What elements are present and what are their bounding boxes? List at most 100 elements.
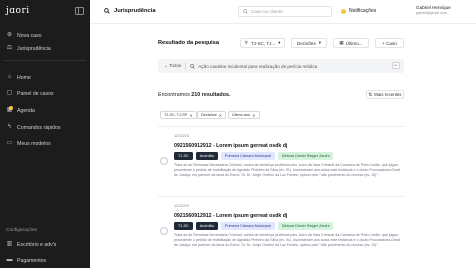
user-menu[interactable]: Gabriel Henrique gabriel@gmail.com	[416, 5, 451, 15]
folder-icon: ▭	[6, 140, 13, 146]
result-summary: Trata-se de Remessa Necessária Criminal,…	[174, 163, 401, 177]
close-icon[interactable]: ✕	[252, 113, 255, 118]
result-select-radio[interactable]	[160, 227, 168, 235]
results-count: Encontramos 210 resultados.	[158, 92, 231, 98]
scope-select[interactable]: ⌄ Todos	[164, 63, 181, 69]
notifications-label: Notificações	[349, 8, 377, 14]
result-select-radio[interactable]	[160, 157, 168, 165]
result-date: 12/12/23	[174, 134, 189, 138]
chevron-down-icon: ▾	[278, 40, 281, 45]
result-title[interactable]: 0921560912912 - Lorem ipsum gerreat osdk…	[174, 143, 287, 149]
new-case-label: + Caso	[382, 40, 397, 46]
court-filter-label: TJ-SC, TJ...	[250, 40, 276, 46]
judge-tag: Débora Driwin Reiger Zanini	[277, 222, 334, 230]
chip-label: TJ-SC, TJ-SP	[164, 113, 188, 117]
search-placeholder: Caso ou cliente	[251, 9, 283, 14]
chamber-tag: Primeira Câmara Municipal	[220, 152, 275, 160]
scope-label: Todos	[169, 63, 182, 68]
app-logo: jɑori	[6, 6, 30, 16]
sidebar-item-painel-de-casos[interactable]: ▢ Painel de casos	[6, 89, 54, 98]
new-case-button[interactable]: + Caso	[375, 38, 404, 48]
case-search-input[interactable]: Caso ou cliente	[238, 6, 332, 17]
result-tags: TJ-SC Acórdão Primeira Câmara Municipal …	[174, 152, 334, 160]
sidebar: jɑori ⊕ Nova caso ⚖ Jurisprudência ⌂ Hom…	[0, 0, 90, 268]
chevron-down-icon: ▾	[318, 40, 322, 45]
sort-icon: ⇅	[368, 91, 373, 97]
result-card[interactable]: 12/12/23 0921560912912 - Lorem ipsum ger…	[158, 204, 404, 264]
results-title: Resultado da pesquisa	[158, 40, 219, 46]
plus-circle-icon: ⊕	[6, 32, 13, 38]
lightning-icon: ϟ	[7, 124, 12, 130]
sort-label: Mais recentes	[374, 92, 402, 97]
sidebar-item-meus-modelos[interactable]: ▭ Meus modelos	[6, 139, 51, 148]
result-date: 12/12/23	[174, 204, 189, 208]
sidebar-item-label: Meus modelos	[17, 140, 51, 147]
sidebar-item-label: Nova caso	[17, 32, 42, 39]
notifications-button[interactable]: Notificações	[341, 8, 376, 14]
active-filter-chip[interactable]: Decisões ✕	[197, 111, 226, 119]
sidebar-item-nova-caso[interactable]: ⊕ Nova caso	[6, 31, 42, 40]
search-icon	[243, 9, 248, 14]
search-icon	[190, 63, 196, 69]
sidebar-item-label: Painel de casos	[17, 90, 54, 97]
sidebar-item-jurisprudencia[interactable]: ⚖ Jurisprudência	[6, 44, 51, 53]
enter-icon[interactable]: ↵	[392, 62, 400, 69]
result-tags: TJ-SC Acórdão Primeira Câmara Municipal …	[174, 222, 334, 230]
result-title[interactable]: 0921560912912 - Lorem ipsum gerreat osdk…	[174, 213, 287, 219]
result-summary: Trata-se de Remessa Necessária Criminal,…	[174, 233, 401, 247]
scales-icon: ⚖	[6, 45, 13, 51]
calendar-icon: ▦	[6, 106, 13, 113]
sidebar-item-label: Agenda	[17, 107, 35, 114]
user-name: Gabriel Henrique	[416, 5, 451, 10]
close-icon[interactable]: ✕	[189, 113, 192, 118]
topbar: Jurisprudência Caso ou cliente Notificaç…	[90, 0, 476, 24]
result-card[interactable]: 12/12/23 0921560912912 - Lorem ipsum ger…	[158, 134, 404, 194]
divider	[158, 126, 404, 127]
bell-icon	[341, 8, 346, 14]
building-icon: ▥	[6, 241, 13, 247]
sidebar-item-pagamentos[interactable]: ▬ Pagamentos	[6, 256, 47, 265]
sidebar-divider	[4, 60, 86, 61]
close-icon[interactable]: ✕	[219, 113, 222, 118]
active-filter-chip[interactable]: Último ano ✕	[228, 111, 260, 119]
period-filter-dropdown[interactable]: ▦ Último...	[333, 38, 369, 48]
active-filter-chip[interactable]: TJ-SC, TJ-SP ✕	[160, 111, 197, 119]
sidebar-item-agenda[interactable]: ▦ Agenda	[6, 106, 35, 115]
divider	[158, 196, 404, 197]
court-filter-dropdown[interactable]: ⚲ TJ-SC, TJ... ▾	[240, 38, 285, 48]
calendar-icon: ▦	[339, 40, 344, 45]
notification-dot	[9, 106, 13, 110]
sidebar-item-comandos-rapidos[interactable]: ϟ Comandos rápidos	[6, 123, 61, 132]
filter-icon: ⚲	[244, 40, 248, 45]
card-icon: ▬	[6, 257, 13, 263]
court-tag: TJ-SC	[174, 222, 193, 230]
divider	[185, 62, 187, 70]
sidebar-item-label: Pagamentos	[17, 257, 47, 264]
chip-label: Último ano	[232, 113, 251, 117]
jurisprudence-query-input[interactable]: ⌄ Todos Ação cautelar incidental para re…	[158, 59, 404, 73]
sidebar-item-label: Escritório e adv's	[17, 241, 57, 248]
sidebar-item-label: Home	[17, 74, 31, 81]
chamber-tag: Primeira Câmara Municipal	[220, 222, 275, 230]
decision-filter-dropdown[interactable]: Decisões ▾	[291, 38, 327, 48]
results-count-prefix: Encontramos	[158, 92, 192, 98]
sidebar-collapse-icon[interactable]	[75, 7, 84, 15]
config-section-label: Configurações	[6, 228, 37, 233]
page-title: Jurisprudência	[114, 8, 156, 14]
court-tag: TJ-SC	[174, 152, 193, 160]
sort-button[interactable]: ⇅ Mais recentes	[366, 90, 404, 99]
sidebar-item-home[interactable]: ⌂ Home	[6, 73, 31, 82]
chip-label: Decisões	[201, 113, 217, 117]
user-email: gabriel@gmail.com	[416, 11, 447, 15]
home-icon: ⌂	[7, 74, 12, 80]
search-icon	[104, 8, 110, 14]
sidebar-item-label: Comandos rápidos	[17, 124, 61, 131]
sidebar-item-escritorio[interactable]: ▥ Escritório e adv's	[6, 240, 57, 249]
main-content: Resultado da pesquisa ⚲ TJ-SC, TJ... ▾ D…	[90, 24, 476, 268]
board-icon: ▢	[6, 90, 13, 96]
decision-filter-label: Decisões	[296, 40, 316, 46]
page-title-container: Jurisprudência	[104, 8, 156, 14]
period-filter-label: Último...	[345, 40, 363, 46]
query-text: Ação cautelar incidental para realização…	[198, 63, 318, 69]
decision-type-tag: Acórdão	[195, 222, 218, 230]
